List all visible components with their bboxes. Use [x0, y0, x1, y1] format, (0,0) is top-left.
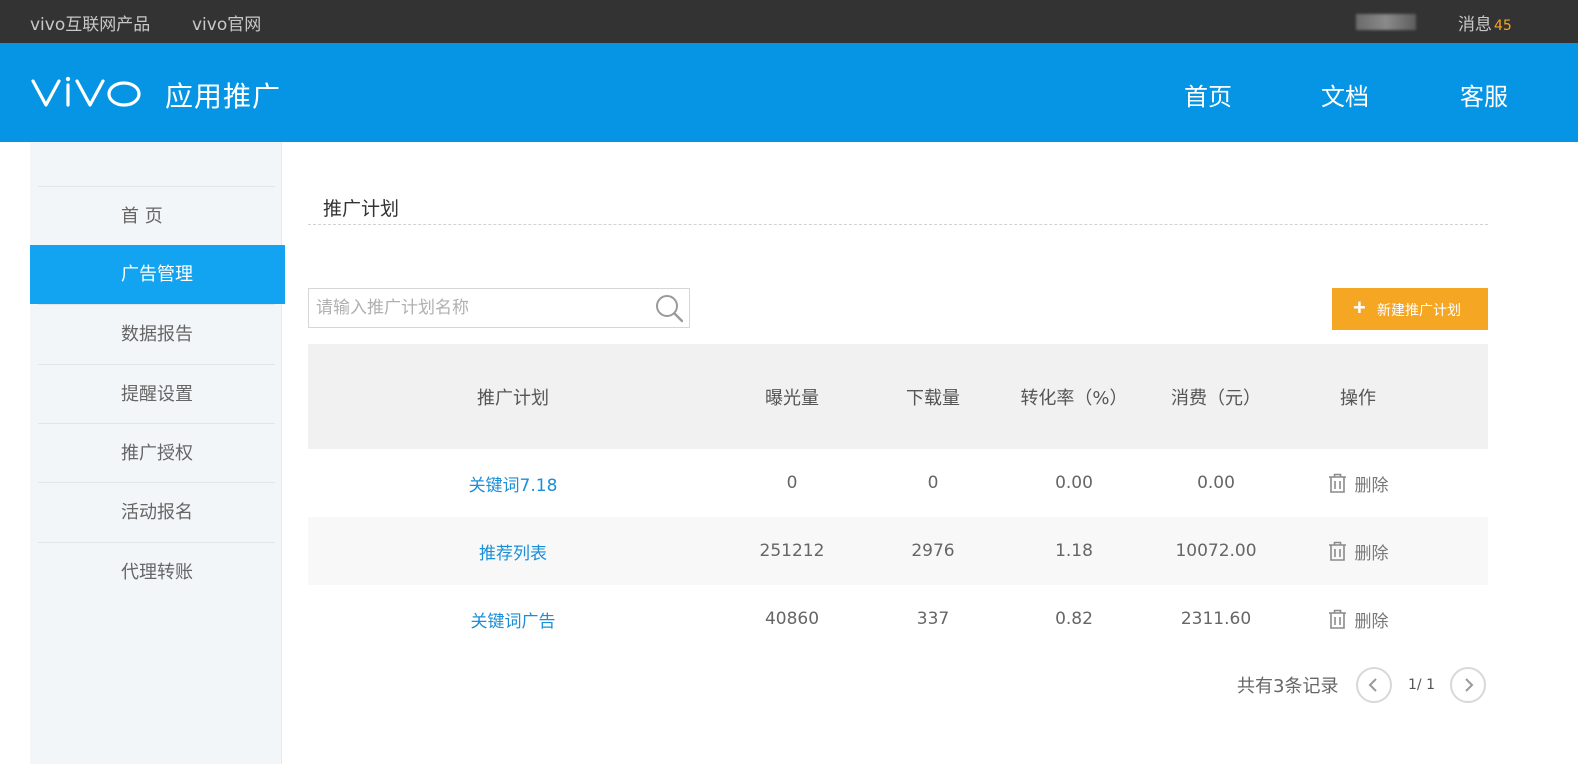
delete-label: 删除 [1354, 475, 1389, 496]
messages-label: 消息 [1458, 15, 1492, 35]
nav-support[interactable]: 客服 [1460, 77, 1508, 112]
header-exposure: 曝光量 [765, 387, 819, 409]
prev-page-button[interactable] [1356, 667, 1392, 703]
page-title: 推广计划 [323, 198, 400, 220]
downloads-value: 0 [927, 473, 939, 493]
plan-name-link[interactable]: 关键词7.18 [469, 471, 558, 496]
sidebar-item-home[interactable]: 首 页 [38, 186, 275, 245]
nav-docs[interactable]: 文档 [1321, 77, 1369, 112]
page-indicator: 1/ 1 [1408, 677, 1435, 693]
sidebar-item-event-signup[interactable]: 活动报名 [38, 482, 275, 541]
header-downloads: 下载量 [906, 387, 960, 409]
vivo-logo[interactable] [30, 73, 142, 113]
search-box [308, 288, 690, 328]
next-page-button[interactable] [1450, 667, 1486, 703]
chevron-right-icon [1465, 678, 1474, 692]
exposure-value: 251212 [759, 541, 825, 561]
conversion-value: 0.00 [1055, 473, 1093, 493]
chevron-left-icon [1368, 678, 1377, 692]
table-row: 关键词广告 40860 337 0.82 2311.60 删除 [308, 585, 1488, 653]
top-bar: vivo互联网产品 vivo官网 消息 45 [0, 0, 1578, 43]
header-plan: 推广计划 [477, 387, 549, 409]
plans-table: 推广计划 曝光量 下载量 转化率（%） 消费（元） 操作 关键词7.18 0 0… [308, 344, 1488, 653]
new-plan-button-label: 新建推广计划 [1377, 302, 1461, 318]
plan-name-link[interactable]: 关键词广告 [471, 607, 556, 632]
downloads-value: 2976 [911, 541, 955, 561]
conversion-value: 0.82 [1055, 609, 1093, 629]
cost-value: 0.00 [1197, 473, 1235, 493]
header-conversion: 转化率（%） [1020, 387, 1128, 409]
delete-button[interactable]: 删除 [1328, 607, 1389, 632]
delete-label: 删除 [1354, 543, 1389, 564]
new-plan-button[interactable]: + 新建推广计划 [1332, 288, 1488, 330]
app-title: 应用推广 [165, 80, 282, 113]
trash-icon [1328, 541, 1346, 561]
sidebar-item-ad-management[interactable]: 广告管理 [30, 245, 285, 304]
exposure-value: 40860 [764, 609, 820, 629]
delete-button[interactable]: 删除 [1328, 471, 1389, 496]
trash-icon [1328, 473, 1346, 493]
record-count: 共有3条记录 [1237, 676, 1339, 697]
trash-icon [1328, 609, 1346, 629]
sidebar-item-data-report[interactable]: 数据报告 [38, 304, 275, 363]
user-name-redacted[interactable] [1356, 14, 1416, 30]
search-input[interactable] [309, 289, 649, 327]
sidebar: 首 页 广告管理 数据报告 提醒设置 推广授权 活动报名 代理转账 [30, 142, 285, 764]
title-divider [308, 224, 1488, 225]
link-vivo-internet-products[interactable]: vivo互联网产品 [30, 10, 150, 35]
exposure-value: 0 [786, 473, 798, 493]
plus-icon: + [1353, 295, 1366, 320]
header-action: 操作 [1340, 387, 1376, 409]
conversion-value: 1.18 [1055, 541, 1093, 561]
delete-button[interactable]: 删除 [1328, 539, 1389, 564]
plan-name-link[interactable]: 推荐列表 [479, 539, 547, 564]
downloads-value: 337 [916, 609, 950, 629]
header-cost: 消费（元） [1171, 387, 1261, 409]
cost-value: 10072.00 [1175, 541, 1257, 561]
delete-label: 删除 [1354, 611, 1389, 632]
link-vivo-official-site[interactable]: vivo官网 [192, 10, 261, 35]
sidebar-item-promotion-auth[interactable]: 推广授权 [38, 423, 275, 482]
messages-count-badge: 45 [1494, 18, 1512, 34]
table-row: 推荐列表 251212 2976 1.18 10072.00 删除 [308, 517, 1488, 585]
messages-link[interactable]: 消息 45 [1458, 10, 1512, 35]
table-header: 推广计划 曝光量 下载量 转化率（%） 消费（元） 操作 [308, 344, 1488, 449]
nav-home[interactable]: 首页 [1184, 77, 1232, 112]
sidebar-item-agent-transfer[interactable]: 代理转账 [38, 542, 275, 601]
search-icon[interactable] [654, 293, 684, 323]
sidebar-item-reminder-settings[interactable]: 提醒设置 [38, 364, 275, 423]
cost-value: 2311.60 [1180, 609, 1252, 629]
main-header: 应用推广 首页 文档 客服 [0, 43, 1578, 142]
table-row: 关键词7.18 0 0 0.00 0.00 删除 [308, 449, 1488, 517]
